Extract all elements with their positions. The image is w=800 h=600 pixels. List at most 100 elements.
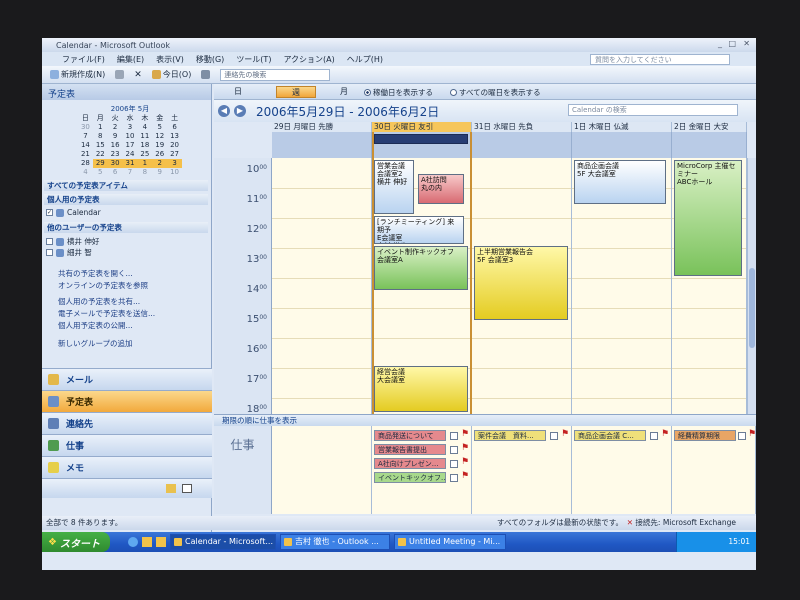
address-book-button[interactable] (201, 70, 211, 79)
back-arrow-icon[interactable]: ◀ (218, 105, 230, 117)
appointment[interactable]: イベント制作キックオフ 会議室A (374, 246, 468, 290)
ie-quicklaunch-icon[interactable] (128, 537, 138, 547)
mini-calendar-day[interactable]: 13 (167, 132, 182, 141)
calendar-search-input[interactable]: Calendar の検索 (568, 104, 738, 116)
mini-calendar-day[interactable]: 2 (108, 123, 123, 132)
appointment[interactable]: 上半期営業報告会 5F 会議室3 (474, 246, 568, 320)
menu-help[interactable]: ヘルプ(H) (347, 54, 383, 65)
task-checkbox[interactable] (450, 460, 458, 468)
day-column-wed[interactable]: 上半期営業報告会 5F 会議室3 (472, 158, 572, 414)
outlook-quicklaunch-icon[interactable] (142, 537, 152, 547)
day-column-tue[interactable]: 営業会議 会議室2 横井 伸好 A社訪問 丸の内 [ランチミーティング] 来期予 E会議… (372, 158, 472, 414)
radio-work-week[interactable]: 稼働日を表示する (364, 87, 433, 98)
all-day-area[interactable] (372, 132, 472, 158)
publish-calendar-link[interactable]: 個人用予定表の公開... (58, 320, 133, 331)
all-day-area[interactable] (272, 132, 372, 158)
other-calendar-item[interactable]: 横井 伸好 (46, 236, 99, 247)
mini-calendar-day[interactable]: 18 (137, 141, 152, 150)
taskbar-item-contact[interactable]: 吉村 徹也 - Outlook ... (280, 534, 390, 550)
all-day-event[interactable] (374, 134, 468, 144)
open-shared-calendar-link[interactable]: 共有の予定表を開く... (58, 268, 133, 279)
calendar-checkbox[interactable]: ✓ (46, 209, 53, 216)
mini-calendar-day[interactable]: 31 (122, 159, 138, 168)
print-button[interactable] (115, 70, 125, 79)
mini-calendar-day[interactable]: 14 (78, 141, 93, 150)
flag-icon[interactable]: ⚑ (461, 457, 469, 467)
mini-calendar-day[interactable]: 26 (152, 150, 167, 159)
task-item[interactable]: イベントキックオフ... (374, 472, 446, 483)
appointment[interactable]: 営業会議 会議室2 横井 伸好 (374, 160, 414, 214)
appointment[interactable]: 商品企画会議 5F 大会議室 (574, 160, 666, 204)
mini-calendar-day[interactable]: 5 (93, 168, 108, 177)
taskbar-item-calendar[interactable]: Calendar - Microsoft... (170, 534, 276, 550)
mini-calendar-day[interactable]: 20 (167, 141, 182, 150)
task-item[interactable]: A社向けプレゼン... (374, 458, 446, 469)
mini-calendar-day[interactable]: 24 (123, 150, 138, 159)
mini-calendar-day[interactable]: 9 (152, 168, 167, 177)
menu-actions[interactable]: アクション(A) (283, 54, 334, 65)
menu-view[interactable]: 表示(V) (156, 54, 184, 65)
mini-calendar-day[interactable]: 16 (108, 141, 123, 150)
nav-contacts-button[interactable]: 連絡先 (42, 412, 212, 434)
mini-calendar-day[interactable]: 8 (93, 132, 108, 141)
mini-calendar-day[interactable]: 3 (167, 159, 182, 168)
task-item[interactable]: 商品企画会議 C... (574, 430, 646, 441)
scrollbar-thumb[interactable] (749, 268, 755, 348)
day-header-mon[interactable]: 29日 月曜日 先勝 (272, 122, 372, 132)
add-group-link[interactable]: 新しいグループの追加 (58, 338, 133, 349)
menu-tools[interactable]: ツール(T) (236, 54, 271, 65)
task-checkbox[interactable] (450, 474, 458, 482)
mini-calendar-day[interactable]: 28 (78, 159, 93, 168)
flag-icon[interactable]: ⚑ (561, 429, 569, 439)
mini-calendar-day[interactable]: 8 (137, 168, 152, 177)
new-button[interactable]: 新規作成(N) (50, 69, 105, 80)
mini-calendar-day[interactable]: 30 (78, 123, 93, 132)
all-day-area[interactable] (572, 132, 672, 158)
task-item[interactable]: 経費精算期限 (674, 430, 736, 441)
other-calendar-checkbox[interactable] (46, 249, 53, 256)
mini-calendar-day[interactable]: 10 (167, 168, 182, 177)
nav-mail-button[interactable]: メール (42, 368, 212, 390)
today-button[interactable]: 今日(O) (151, 69, 191, 80)
mini-calendar-day[interactable]: 1 (93, 123, 108, 132)
task-column[interactable]: 商品企画会議 C... ⚑ (572, 426, 672, 514)
all-day-area[interactable] (472, 132, 572, 158)
start-button[interactable]: ❖ スタート (42, 532, 110, 552)
mini-calendar-day[interactable]: 3 (123, 123, 138, 132)
appointment[interactable]: 経営会議 大会議室 (374, 366, 468, 412)
maximize-button[interactable]: □ (728, 39, 736, 48)
day-header-thu[interactable]: 1日 木曜日 仏滅 (572, 122, 672, 132)
mini-calendar-day[interactable]: 4 (137, 123, 152, 132)
mini-calendar-day[interactable]: 21 (78, 150, 93, 159)
vertical-scrollbar[interactable] (747, 158, 756, 414)
mini-calendar-day[interactable]: 9 (108, 132, 123, 141)
day-header-wed[interactable]: 31日 水曜日 先負 (472, 122, 572, 132)
help-question-input[interactable]: 質問を入力してください (590, 54, 730, 65)
tab-week[interactable]: 週 (276, 86, 316, 98)
mini-calendar-day[interactable]: 4 (78, 168, 93, 177)
folder-icon[interactable] (166, 484, 176, 493)
appointment[interactable]: MicroCorp 主催セミナー ABCホール (674, 160, 742, 276)
forward-arrow-icon[interactable]: ▶ (234, 105, 246, 117)
close-button[interactable]: ✕ (743, 39, 750, 48)
menu-go[interactable]: 移動(G) (196, 54, 224, 65)
radio-full-week[interactable]: すべての曜日を表示する (450, 87, 541, 98)
mini-calendar-day[interactable]: 6 (108, 168, 123, 177)
contact-search-input[interactable]: 連絡先の検索 (220, 68, 331, 81)
mini-calendar-day[interactable]: 22 (93, 150, 108, 159)
mini-calendar-day[interactable]: 1 (137, 159, 153, 168)
task-column[interactable] (272, 426, 372, 514)
task-checkbox[interactable] (650, 432, 658, 440)
mini-calendar-day[interactable]: 23 (108, 150, 123, 159)
menu-edit[interactable]: 編集(E) (117, 54, 144, 65)
day-header-tue[interactable]: 30日 火曜日 友引 (372, 122, 472, 132)
all-day-area[interactable] (672, 132, 747, 158)
flag-icon[interactable]: ⚑ (661, 429, 669, 439)
send-calendar-link[interactable]: 電子メールで予定表を送信... (58, 308, 155, 319)
other-calendar-item[interactable]: 細井 智 (46, 247, 92, 258)
mini-calendar-day[interactable]: 7 (123, 168, 138, 177)
task-checkbox[interactable] (738, 432, 746, 440)
nav-notes-button[interactable]: メモ (42, 456, 212, 478)
flag-icon[interactable]: ⚑ (461, 443, 469, 453)
task-pane-header[interactable]: 期限の順に仕事を表示 (214, 414, 756, 426)
